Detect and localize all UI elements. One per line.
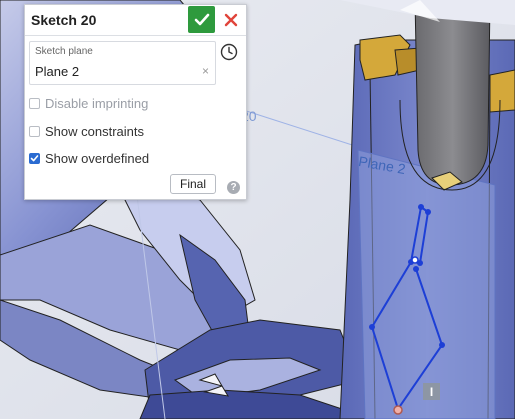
constraint-marker[interactable]: I xyxy=(423,383,440,400)
option-show-constraints[interactable]: Show constraints xyxy=(29,123,144,139)
help-icon[interactable]: ? xyxy=(227,181,240,194)
sketch-plane-value[interactable]: Plane 2 xyxy=(35,64,79,79)
show-overdefined-label: Show overdefined xyxy=(45,150,150,166)
checkmark-icon xyxy=(194,13,209,25)
history-button[interactable] xyxy=(220,43,238,61)
dialog-title: Sketch 20 xyxy=(31,12,97,28)
option-disable-imprinting[interactable]: Disable imprinting xyxy=(29,95,148,111)
sketch-plane-label: Sketch plane xyxy=(35,46,93,57)
show-constraints-label: Show constraints xyxy=(45,123,144,139)
check-icon xyxy=(30,154,39,161)
clock-icon xyxy=(220,43,238,61)
cancel-button[interactable] xyxy=(221,10,241,30)
show-overdefined-checkbox[interactable] xyxy=(29,152,40,164)
dialog-header: Sketch 20 xyxy=(25,5,246,36)
option-show-overdefined[interactable]: Show overdefined xyxy=(29,150,149,166)
disable-imprinting-checkbox[interactable] xyxy=(29,97,40,109)
final-button[interactable]: Final xyxy=(170,174,216,194)
clear-icon[interactable]: × xyxy=(202,64,209,78)
sketch-plane-field[interactable]: Sketch plane Plane 2 × xyxy=(29,41,216,85)
sketch-dialog: Sketch 20 Sketch plane Plane 2 × Disable… xyxy=(24,4,247,200)
close-icon xyxy=(224,13,238,27)
accept-button[interactable] xyxy=(188,6,215,33)
disable-imprinting-label: Disable imprinting xyxy=(45,95,149,111)
show-constraints-checkbox[interactable] xyxy=(29,125,40,137)
